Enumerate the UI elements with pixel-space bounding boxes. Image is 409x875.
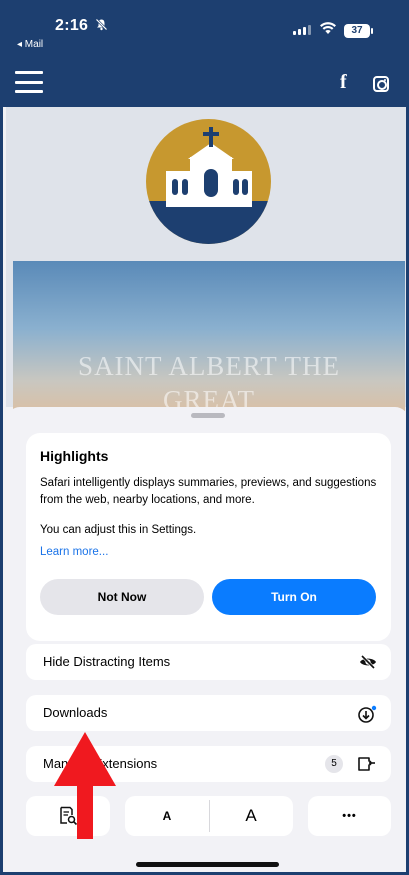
downloads-label: Downloads: [43, 705, 108, 720]
status-time: 2:16: [55, 17, 89, 34]
sheet-grabber[interactable]: [191, 413, 225, 418]
home-indicator: [136, 862, 279, 867]
more-icon: •••: [342, 810, 357, 822]
decrease-text-size-button[interactable]: A: [125, 796, 209, 836]
status-bar: 2:16 ◂ Mail 37: [3, 3, 406, 57]
hero-banner: SAINT ALBERT THE GREAT: [13, 261, 405, 415]
wifi-icon: [319, 21, 337, 40]
cellular-signal-icon: [293, 25, 311, 35]
battery-icon: 37: [344, 24, 373, 38]
downloads-row[interactable]: Downloads: [26, 695, 391, 731]
phone-screen: 2:16 ◂ Mail 37 f SAINT ALBERT THE GREAT …: [0, 0, 409, 875]
highlights-card: Highlights Safari intelligently displays…: [26, 433, 391, 641]
turn-on-button[interactable]: Turn On: [212, 579, 376, 615]
hide-distracting-items-row[interactable]: Hide Distracting Items: [26, 644, 391, 680]
extensions-icon: [357, 756, 377, 777]
hide-distracting-items-label: Hide Distracting Items: [43, 654, 171, 669]
church-logo[interactable]: [146, 119, 271, 244]
highlights-description: Safari intelligently displays summaries,…: [40, 477, 377, 506]
instagram-icon[interactable]: [373, 76, 389, 92]
text-size-control: A A: [125, 796, 293, 836]
facebook-icon[interactable]: f: [340, 71, 347, 94]
settings-note: You can adjust this in Settings.: [40, 524, 197, 536]
not-now-button[interactable]: Not Now: [40, 579, 204, 615]
annotation-arrow-head: [54, 732, 116, 786]
reader-search-icon: [58, 806, 78, 831]
reader-mode-button[interactable]: [26, 796, 110, 836]
increase-text-size-button[interactable]: A: [209, 796, 293, 836]
back-to-app-link[interactable]: ◂ Mail: [17, 39, 43, 50]
page-menu-sheet: Highlights Safari intelligently displays…: [6, 407, 406, 872]
annotation-arrow-shaft: [77, 785, 93, 839]
extensions-count-badge: 5: [325, 755, 343, 773]
more-options-button[interactable]: •••: [308, 796, 391, 836]
silent-bell-icon: [95, 18, 108, 34]
eye-slash-icon: [359, 654, 377, 675]
site-header: f: [3, 57, 406, 107]
highlights-title: Highlights: [40, 448, 109, 464]
download-icon: [357, 705, 377, 728]
menu-icon[interactable]: [15, 71, 43, 93]
learn-more-link[interactable]: Learn more...: [40, 546, 108, 558]
